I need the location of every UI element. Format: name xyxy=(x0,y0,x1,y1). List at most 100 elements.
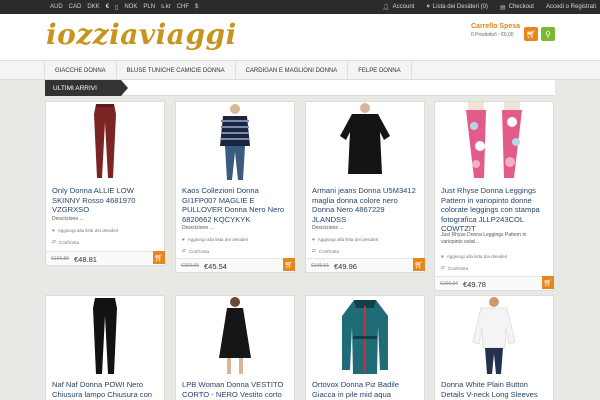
heart-icon: ♥ xyxy=(426,4,430,10)
add-to-wishlist[interactable]: ♥ Aggiungi alla lista dei desideri xyxy=(182,237,248,242)
basket-icon: 🛒︎ xyxy=(414,261,424,269)
cart-button[interactable]: 🛒︎ xyxy=(524,27,538,41)
compare-icon: ⇄ xyxy=(441,265,445,270)
nav-item-giacche[interactable]: GIACCHE DONNA xyxy=(44,61,117,81)
price-bar: €166.97 €49.78 🛒︎ xyxy=(435,276,554,290)
currency-nok[interactable]: NOK xyxy=(124,4,137,10)
product-name[interactable]: Just Rhyse Donna Leggings Pattern in var… xyxy=(441,186,549,234)
section-header: ULTIMI ARRIVI xyxy=(45,80,555,96)
product-image[interactable] xyxy=(306,102,424,182)
product-card: Ortovox Donna Piz Badile Giacca in pile … xyxy=(305,295,425,400)
compare-label: Confronta xyxy=(447,265,469,271)
product-image[interactable] xyxy=(176,102,294,182)
user-icon: 👤︎ xyxy=(382,4,390,11)
compare-label: Confronta xyxy=(318,248,340,254)
nav-item-cardigan[interactable]: CARDIGAN E MAGLIONI DONNA xyxy=(236,61,349,81)
compare-link[interactable]: ⇄ Confronta xyxy=(312,248,339,254)
add-to-cart-button[interactable]: 🛒︎ xyxy=(542,276,554,289)
product-name[interactable]: Kaos Collezioni Donna GI1FP007 MAGLIE E … xyxy=(182,186,290,224)
product-name[interactable]: Armani jeans Donna U5M3412 maglia donna … xyxy=(312,186,420,224)
currency-pln[interactable]: PLN xyxy=(143,4,155,10)
site-header: iozziaviaggi Carrello Spesa 0 Prodotto/i… xyxy=(0,14,600,60)
price-bar: €145.51 €49.96 🛒︎ xyxy=(306,258,425,272)
nav-item-felpe[interactable]: FELPE DONNA xyxy=(348,61,412,81)
heart-icon: ♥ xyxy=(441,254,444,259)
product-image[interactable] xyxy=(176,296,294,376)
heart-icon: ♥ xyxy=(52,228,55,233)
product-card: Donna White Plain Button Details V-neck … xyxy=(434,295,554,400)
product-image[interactable] xyxy=(46,102,164,182)
product-name[interactable]: Donna White Plain Button Details V-neck … xyxy=(441,380,549,400)
account-label: Account xyxy=(392,4,415,10)
product-name[interactable]: Naf Naf Donna POWI Nero Chiusura lampo C… xyxy=(52,380,160,400)
heart-icon: ♥ xyxy=(312,237,315,242)
top-bar: AUD CAD DKK € ▯ NOK PLN s.kr CHF $ 👤︎ Ac… xyxy=(0,0,600,14)
product-image[interactable] xyxy=(435,102,553,182)
price: €49.78 xyxy=(463,279,486,289)
price: €48.81 xyxy=(74,254,97,264)
currency-skr[interactable]: s.kr xyxy=(161,4,171,10)
basket-icon: 🛒︎ xyxy=(525,29,537,39)
account-link[interactable]: 👤︎ Account xyxy=(382,4,414,11)
product-image[interactable] xyxy=(46,296,164,376)
login-link[interactable]: Accedi o Registrati xyxy=(546,4,596,10)
compare-link[interactable]: ⇄ Confronta xyxy=(441,265,468,271)
product-photo xyxy=(93,298,117,374)
currency-other[interactable]: ▯ xyxy=(115,4,118,11)
basket-icon: 🛒︎ xyxy=(154,254,164,262)
product-name[interactable]: LPB Woman Donna VESTITO CORTO - NERO Ves… xyxy=(182,380,290,400)
product-image[interactable] xyxy=(306,296,424,376)
checkout-label: Checkout xyxy=(508,4,534,10)
currency-dkk[interactable]: DKK xyxy=(87,4,99,10)
product-description: Descrizione ... xyxy=(52,216,84,222)
product-card: Only Donna ALLIE LOW SKINNY Rosso 468197… xyxy=(45,101,165,266)
nav-item-bluse[interactable]: BLUSE TUNICHE CAMICIE DONNA xyxy=(117,61,236,81)
wishlist-label: Lista dei Desideri (0) xyxy=(432,4,488,10)
add-to-cart-button[interactable]: 🛒︎ xyxy=(283,258,295,271)
price: €49.96 xyxy=(334,261,357,271)
product-photo xyxy=(342,300,388,374)
product-card: Naf Naf Donna POWI Nero Chiusura lampo C… xyxy=(45,295,165,400)
product-name[interactable]: Only Donna ALLIE LOW SKINNY Rosso 468197… xyxy=(52,186,160,215)
main-nav: GIACCHE DONNA BLUSE TUNICHE CAMICIE DONN… xyxy=(0,60,600,81)
currency-chf[interactable]: CHF xyxy=(177,4,189,10)
add-to-wishlist[interactable]: ♥ Aggiungi alla lista dei desideri xyxy=(441,254,507,259)
compare-label: Confronta xyxy=(58,239,80,245)
compare-link[interactable]: ⇄ Confronta xyxy=(52,239,79,245)
login-label: Accedi o Registrati xyxy=(545,4,596,10)
add-to-cart-button[interactable]: 🛒︎ xyxy=(153,251,165,264)
search-button[interactable]: ⚲ xyxy=(541,27,555,41)
product-photo xyxy=(340,103,390,174)
price-bar: €159.90 €45.54 🛒︎ xyxy=(176,258,295,272)
cart-title: Carrello Spesa xyxy=(471,23,521,30)
product-photo xyxy=(472,297,516,374)
product-description: Just Rhyse Donna Leggings Pattern in var… xyxy=(441,232,527,245)
old-price: €166.97 xyxy=(440,281,459,287)
compare-label: Confronta xyxy=(188,248,210,254)
site-logo[interactable]: iozziaviaggi xyxy=(46,18,237,52)
currency-cad[interactable]: CAD xyxy=(69,4,82,10)
product-name[interactable]: Ortovox Donna Piz Badile Giacca in pile … xyxy=(312,380,420,400)
product-card: Kaos Collezioni Donna GI1FP007 MAGLIE E … xyxy=(175,101,295,273)
add-to-wishlist[interactable]: ♥ Aggiungi alla lista dei desideri xyxy=(52,228,118,233)
cart-summary[interactable]: Carrello Spesa 0 Prodotto/i - €0,00 xyxy=(471,23,520,38)
currency-aud[interactable]: AUD xyxy=(50,4,63,10)
product-photo xyxy=(466,102,522,178)
product-image[interactable] xyxy=(435,296,553,376)
checkout-icon: ▤ xyxy=(499,4,506,11)
product-photo xyxy=(94,104,116,178)
currency-usd[interactable]: $ xyxy=(195,4,198,10)
old-price: €145.51 xyxy=(311,263,330,269)
compare-link[interactable]: ⇄ Confronta xyxy=(182,248,209,254)
wishlist-label: Aggiungi alla lista dei desideri xyxy=(57,228,119,233)
section-arrow xyxy=(121,80,128,96)
wishlist-link[interactable]: ♥ Lista dei Desideri (0) xyxy=(426,4,488,10)
checkout-link[interactable]: ▤ Checkout xyxy=(500,4,534,11)
basket-icon: 🛒︎ xyxy=(284,261,294,269)
compare-icon: ⇄ xyxy=(182,248,186,253)
add-to-wishlist[interactable]: ♥ Aggiungi alla lista dei desideri xyxy=(312,237,378,242)
currency-eur[interactable]: € xyxy=(106,4,109,10)
price: €45.54 xyxy=(204,261,227,271)
product-description: Descrizione ... xyxy=(182,225,214,231)
add-to-cart-button[interactable]: 🛒︎ xyxy=(413,258,425,271)
